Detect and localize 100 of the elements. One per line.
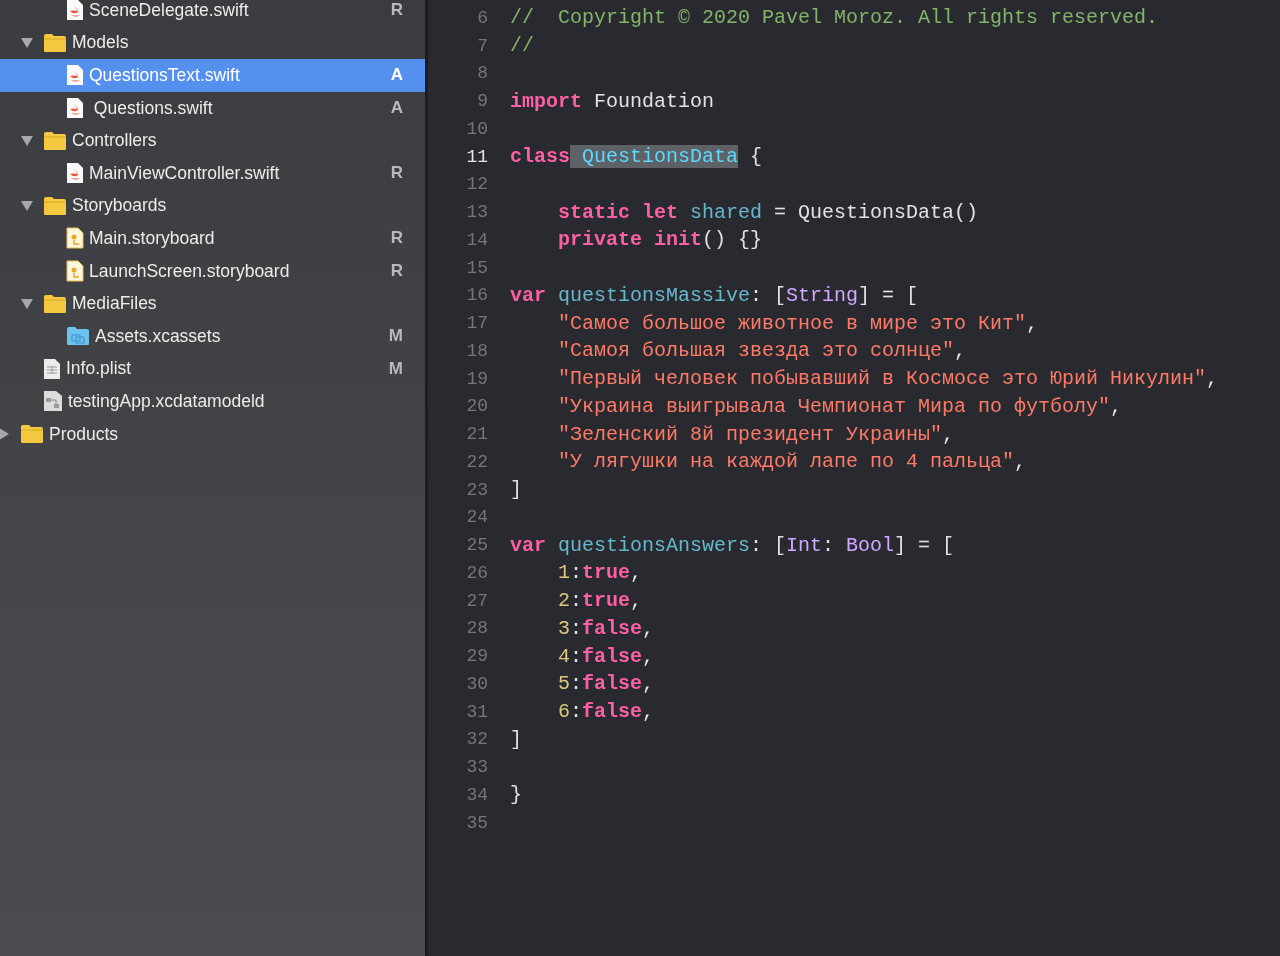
code-keyword: false xyxy=(582,700,643,724)
disclosure-triangle-right-icon[interactable] xyxy=(0,427,11,441)
line-number: 21 xyxy=(465,424,488,445)
line-number: 34 xyxy=(465,784,488,805)
navigator-item[interactable]: Questions.swift A xyxy=(0,91,425,125)
navigator-item[interactable]: Models xyxy=(0,26,425,60)
code-keyword: true xyxy=(582,589,631,613)
code-text: = QuestionsData() xyxy=(773,200,979,224)
data-model-file-icon xyxy=(43,390,63,413)
folder-icon xyxy=(43,293,67,314)
code-text: () {} xyxy=(702,228,763,252)
line-number: 32 xyxy=(465,729,488,750)
code-text: , xyxy=(954,339,967,363)
code-text: ] = [ xyxy=(858,283,919,307)
string-literal: "Первый человек побывавший в Космосе это Юрий Никулин" xyxy=(558,367,1207,391)
code-keyword: init xyxy=(653,228,703,252)
navigator-item[interactable]: Info.plist M xyxy=(0,352,425,386)
line-number: 13 xyxy=(465,202,488,223)
line-number: 15 xyxy=(465,257,488,278)
line-number: 33 xyxy=(465,757,488,778)
code-text: : xyxy=(570,644,583,668)
line-number: 8 xyxy=(476,63,488,84)
line-number: 12 xyxy=(465,174,488,195)
line-number: 9 xyxy=(476,91,488,112)
code-comment: // Copyright © 2020 Pavel Moroz. All rights reserved. xyxy=(510,6,1159,30)
line-number: 24 xyxy=(465,507,488,528)
asset-catalog-icon xyxy=(66,326,90,347)
source-control-status: M xyxy=(388,326,403,347)
disclosure-triangle-down-icon[interactable] xyxy=(20,35,34,50)
navigator-item[interactable]: Main.storyboard R xyxy=(0,222,425,255)
number-literal: 1 xyxy=(558,561,570,585)
source-control-status: M xyxy=(388,358,403,379)
navigator-item[interactable]: Controllers xyxy=(0,124,425,157)
folder-icon xyxy=(43,130,67,151)
line-number: 18 xyxy=(465,340,488,361)
navigator-item[interactable]: SceneDelegate.swift R xyxy=(0,0,425,27)
code-text: , xyxy=(1206,367,1219,391)
swift-file-icon xyxy=(66,64,84,87)
list-file-icon xyxy=(43,357,61,380)
code-identifier: shared xyxy=(689,200,763,224)
line-number: 26 xyxy=(465,562,488,583)
navigator-item[interactable]: Storyboards xyxy=(0,189,425,223)
code-text: : [ xyxy=(750,533,787,557)
line-number: 25 xyxy=(465,535,488,556)
line-number: 30 xyxy=(465,673,488,694)
source-control-status: A xyxy=(390,65,403,86)
code-keyword: false xyxy=(582,672,643,696)
line-number: 10 xyxy=(465,118,488,139)
storyboard-file-icon xyxy=(66,260,84,283)
line-number: 22 xyxy=(465,451,488,472)
swift-file-icon xyxy=(66,162,84,185)
source-control-status: A xyxy=(390,98,403,119)
navigator-item[interactable]: MainViewController.swift R xyxy=(0,156,425,190)
disclosure-triangle-down-icon[interactable] xyxy=(20,296,34,311)
code-text: : xyxy=(570,589,583,613)
code-text: : xyxy=(822,533,835,557)
navigator-item[interactable]: MediaFiles xyxy=(0,287,425,320)
source-control-status: R xyxy=(390,163,403,184)
code-text: : xyxy=(570,700,583,724)
disclosure-triangle-down-icon[interactable] xyxy=(20,133,34,148)
line-number: 6 xyxy=(476,7,488,28)
code-identifier: questionsAnswers xyxy=(557,533,751,557)
swift-file-icon xyxy=(66,0,84,22)
navigator-item[interactable]: Assets.xcassets M xyxy=(0,319,425,353)
navigator-item[interactable]: LaunchScreen.storyboard R xyxy=(0,254,425,288)
code-text: , xyxy=(1026,311,1039,335)
source-control-status: R xyxy=(390,228,403,249)
code-keyword: var xyxy=(510,283,546,307)
code-text: , xyxy=(942,422,955,446)
code-type: Bool xyxy=(845,533,895,557)
code-identifier: questionsMassive xyxy=(557,283,751,307)
code-text: } xyxy=(510,783,522,807)
code-identifier: QuestionsData xyxy=(570,145,739,169)
code-type: String xyxy=(786,283,859,307)
code-keyword: false xyxy=(582,644,643,668)
disclosure-triangle-down-icon[interactable] xyxy=(20,198,34,213)
folder-icon xyxy=(43,195,67,216)
navigator-item[interactable]: testingApp.xcdatamodeld xyxy=(0,385,425,418)
code-text: : xyxy=(570,561,583,585)
source-control-status: R xyxy=(390,261,403,282)
code-text: : xyxy=(570,672,583,696)
line-number: 11 xyxy=(465,146,488,167)
code-text: ] xyxy=(510,478,522,502)
line-number: 23 xyxy=(465,479,488,500)
number-literal: 6 xyxy=(558,700,570,724)
navigator-item[interactable]: Products xyxy=(0,417,425,451)
line-number: 35 xyxy=(465,812,488,833)
line-number: 14 xyxy=(465,229,488,250)
code-keyword: static xyxy=(558,200,630,224)
number-literal: 5 xyxy=(558,672,570,696)
code-keyword: class xyxy=(510,145,570,169)
folder-icon xyxy=(43,32,67,53)
code-text: : xyxy=(570,616,583,640)
code-text: ] = [ xyxy=(894,533,955,557)
code-text: , xyxy=(642,616,655,640)
line-number: 7 xyxy=(476,35,488,56)
code-text: ] xyxy=(510,727,522,751)
code-text: { xyxy=(749,145,763,169)
string-literal: "Зеленский 8й президент Украины" xyxy=(558,422,943,446)
line-number: 16 xyxy=(465,285,488,306)
